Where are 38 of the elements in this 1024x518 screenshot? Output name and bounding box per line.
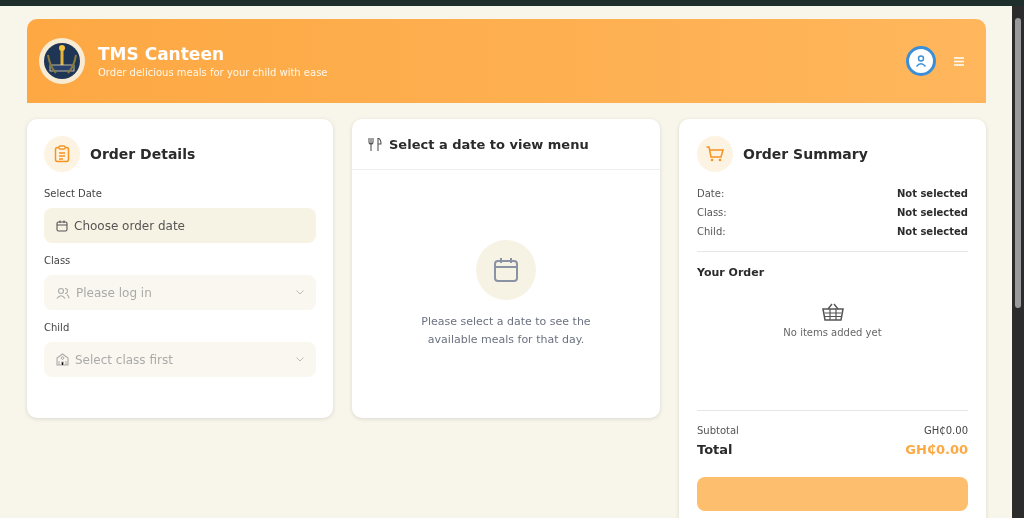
basket-icon [821, 303, 844, 321]
school-building-icon [56, 353, 69, 366]
clipboard-icon [44, 136, 80, 172]
field-label: Select Date [44, 188, 103, 199]
checkout-button[interactable] [697, 477, 968, 511]
scrollbar-thumb[interactable] [1015, 18, 1021, 308]
summary-value: Not selected [896, 188, 968, 199]
summary-label: Date: [697, 188, 725, 199]
date-field[interactable]: Choose order date [44, 208, 316, 243]
summary-label: Child: [697, 226, 726, 237]
user-icon [914, 54, 928, 68]
total-amount: GH₵0.00 [905, 442, 968, 457]
total-label: Total [697, 442, 733, 457]
chevron-down-icon [296, 357, 304, 362]
app-title: TMS Canteen [98, 44, 225, 64]
summary-value: Not selected [896, 226, 968, 237]
menu-icon [954, 56, 964, 66]
subtotal-label: Subtotal [697, 425, 739, 436]
empty-menu-message: Please select a date to see the available meals for that day. [420, 314, 592, 348]
field-label: Class [44, 255, 72, 266]
card-title: Order Details [90, 146, 196, 162]
fork-knife-icon [368, 137, 382, 151]
cart-icon [697, 136, 733, 172]
empty-order-message: No items added yet [783, 327, 882, 338]
app-subtitle: Order delicious meals for your child with ease [98, 67, 329, 78]
menu-card-title: Select a date to view menu [389, 136, 589, 152]
your-order-heading: Your Order [697, 266, 766, 279]
chevron-down-icon [296, 290, 304, 295]
calendar-icon [56, 219, 68, 232]
subtotal-amount: GH₵0.00 [924, 425, 968, 436]
school-crest-logo [39, 38, 85, 84]
people-icon [56, 286, 70, 299]
summary-label: Class: [697, 207, 727, 218]
summary-value: Not selected [896, 207, 968, 218]
scrollbar[interactable] [1012, 6, 1024, 518]
field-label: Child [44, 322, 71, 333]
user-avatar-button[interactable] [906, 46, 936, 76]
card-title: Order Summary [743, 146, 868, 162]
